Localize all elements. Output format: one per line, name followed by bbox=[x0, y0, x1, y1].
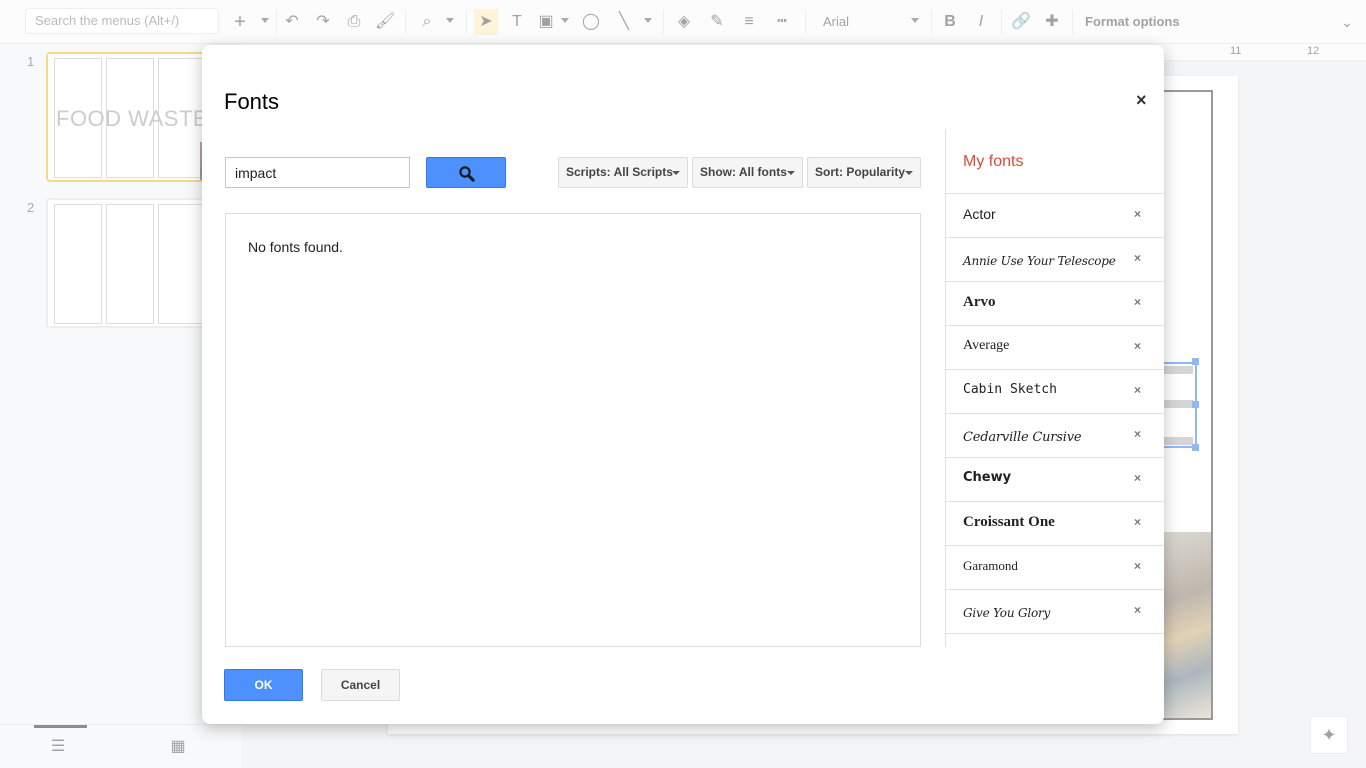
my-font-item[interactable]: Garamond × bbox=[946, 546, 1164, 590]
my-font-item[interactable]: Actor × bbox=[946, 194, 1164, 238]
my-font-item[interactable]: Give You Glory × bbox=[946, 590, 1164, 634]
search-icon bbox=[459, 166, 475, 182]
show-dropdown[interactable]: Show: All fonts bbox=[692, 157, 803, 188]
font-name: Average bbox=[963, 338, 1010, 353]
search-button[interactable] bbox=[426, 157, 506, 188]
scripts-dropdown[interactable]: Scripts: All Scripts bbox=[558, 157, 688, 188]
font-search-input[interactable] bbox=[225, 157, 410, 188]
my-font-item[interactable]: Chewy × bbox=[946, 458, 1164, 502]
remove-font-icon[interactable]: × bbox=[1134, 603, 1141, 617]
font-name: Chewy bbox=[963, 470, 1012, 485]
font-name: Croissant One bbox=[963, 514, 1055, 530]
my-font-item[interactable]: Cabin Sketch × bbox=[946, 370, 1164, 414]
my-fonts-panel: My fonts Actor × Annie Use Your Telescop… bbox=[945, 129, 1164, 647]
my-fonts-list: Actor × Annie Use Your Telescope × Arvo … bbox=[946, 193, 1164, 634]
font-name: Cedarville Cursive bbox=[963, 430, 1082, 445]
my-font-item[interactable]: Croissant One × bbox=[946, 502, 1164, 546]
sort-dropdown-label: Sort: Popularity bbox=[815, 165, 906, 179]
close-icon[interactable]: × bbox=[1136, 91, 1147, 109]
my-font-item[interactable]: Average × bbox=[946, 326, 1164, 370]
font-name: Give You Glory bbox=[963, 606, 1051, 620]
remove-font-icon[interactable]: × bbox=[1134, 383, 1141, 397]
my-fonts-title: My fonts bbox=[963, 153, 1024, 170]
show-dropdown-label: Show: All fonts bbox=[700, 165, 787, 179]
my-font-item[interactable]: Arvo × bbox=[946, 282, 1164, 326]
font-name: Cabin Sketch bbox=[963, 382, 1057, 397]
chevron-down-icon bbox=[905, 171, 913, 175]
font-name: Arvo bbox=[963, 294, 996, 310]
remove-font-icon[interactable]: × bbox=[1134, 471, 1141, 485]
remove-font-icon[interactable]: × bbox=[1134, 339, 1141, 353]
remove-font-icon[interactable]: × bbox=[1134, 251, 1141, 265]
my-font-item[interactable]: Cedarville Cursive × bbox=[946, 414, 1164, 458]
my-font-item[interactable]: Annie Use Your Telescope × bbox=[946, 238, 1164, 282]
ok-button[interactable]: OK bbox=[224, 669, 303, 701]
font-name: Actor bbox=[963, 206, 996, 222]
font-name: Garamond bbox=[963, 558, 1018, 573]
font-name: Annie Use Your Telescope bbox=[963, 254, 1116, 268]
remove-font-icon[interactable]: × bbox=[1134, 207, 1141, 221]
remove-font-icon[interactable]: × bbox=[1134, 427, 1141, 441]
no-results-message: No fonts found. bbox=[248, 239, 343, 255]
fonts-dialog: Fonts × Scripts: All Scripts Show: All f… bbox=[202, 45, 1164, 724]
remove-font-icon[interactable]: × bbox=[1134, 515, 1141, 529]
chevron-down-icon bbox=[787, 171, 795, 175]
sort-dropdown[interactable]: Sort: Popularity bbox=[807, 157, 921, 188]
dialog-title: Fonts bbox=[224, 89, 280, 114]
chevron-down-icon bbox=[672, 171, 680, 175]
font-results-panel: No fonts found. bbox=[225, 213, 921, 647]
scripts-dropdown-label: Scripts: All Scripts bbox=[566, 165, 673, 179]
remove-font-icon[interactable]: × bbox=[1134, 559, 1141, 573]
remove-font-icon[interactable]: × bbox=[1134, 295, 1141, 309]
cancel-button[interactable]: Cancel bbox=[321, 669, 400, 701]
